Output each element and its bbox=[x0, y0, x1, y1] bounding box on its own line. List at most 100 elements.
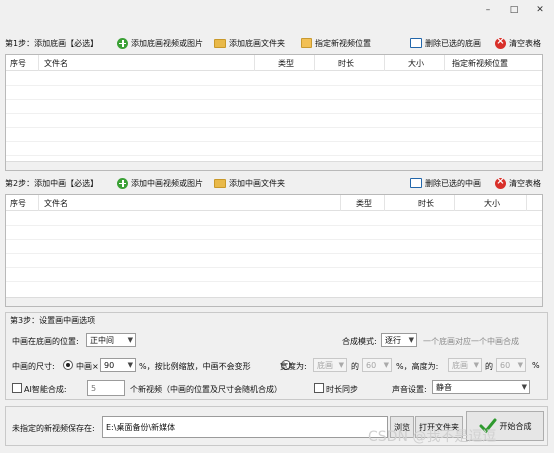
folder-icon bbox=[214, 178, 226, 188]
chevron-down-icon: ▼ bbox=[521, 383, 527, 391]
chevron-down-icon: ▼ bbox=[473, 361, 479, 369]
column-size: 大小 bbox=[484, 199, 500, 208]
clear-icon bbox=[495, 176, 506, 189]
delete-selected-bottom-label: 删除已选的底画 bbox=[425, 38, 481, 48]
sound-value: 静音 bbox=[436, 382, 452, 392]
horizontal-scrollbar[interactable] bbox=[6, 297, 542, 306]
column-filename: 文件名 bbox=[44, 59, 68, 68]
clear-table2-label: 清空表格 bbox=[509, 178, 541, 188]
ai-checkbox[interactable] bbox=[12, 383, 22, 393]
add-icon bbox=[117, 37, 128, 49]
mode-select[interactable]: 逐行 ▼ bbox=[381, 333, 417, 347]
add-middle-files-label: 添加中画视频或图片 bbox=[131, 178, 203, 188]
width-pct-select[interactable]: 60 ▼ bbox=[362, 358, 392, 372]
output-path-value: E:\桌面备份\新媒体 bbox=[106, 422, 176, 432]
delete-selected-middle-label: 删除已选的中画 bbox=[425, 178, 481, 188]
horizontal-scrollbar[interactable] bbox=[6, 161, 542, 170]
start-label: 开始合成 bbox=[499, 421, 532, 431]
add-middle-files-button[interactable]: 添加中画视频或图片 bbox=[117, 176, 203, 190]
width-of-label: 的 bbox=[351, 362, 359, 371]
chevron-down-icon: ▼ bbox=[517, 361, 523, 369]
add-bottom-files-label: 添加底画视频或图片 bbox=[131, 38, 203, 48]
column-new-location: 指定新视频位置 bbox=[452, 59, 508, 68]
height-of-label: 的 bbox=[485, 362, 493, 371]
add-middle-folder-label: 添加中画文件夹 bbox=[229, 178, 285, 188]
mode-label: 合成模式: bbox=[342, 337, 377, 346]
clear-table1-button[interactable]: 清空表格 bbox=[495, 36, 541, 50]
mode-hint: 一个底画对应一个中画合成 bbox=[423, 337, 519, 346]
column-index: 序号 bbox=[10, 59, 26, 68]
clear-table1-label: 清空表格 bbox=[509, 38, 541, 48]
clear-icon bbox=[495, 36, 506, 49]
column-type: 类型 bbox=[278, 59, 294, 68]
height-label: %，高度为: bbox=[396, 362, 439, 371]
watermark: CSDN @我不是逗逗 bbox=[368, 429, 497, 445]
delete-list-icon bbox=[410, 178, 422, 188]
size-label: 中画的尺寸: bbox=[12, 362, 55, 371]
scale-hint: %，按比例缩放，中画不会变形 bbox=[139, 362, 251, 371]
add-bottom-files-button[interactable]: 添加底画视频或图片 bbox=[117, 36, 203, 50]
add-bottom-folder-button[interactable]: 添加底画文件夹 bbox=[214, 36, 285, 50]
height-ref-value: 底画 bbox=[452, 360, 468, 370]
add-icon bbox=[117, 177, 128, 189]
chevron-down-icon: ▼ bbox=[338, 361, 344, 369]
maximize-button[interactable]: □ bbox=[503, 3, 525, 17]
chevron-down-icon: ▼ bbox=[127, 361, 133, 369]
middle-video-table[interactable]: 序号 文件名 类型 时长 大小 bbox=[5, 194, 543, 307]
step2-label: 第2步：添加中画【必选】 bbox=[5, 179, 99, 188]
column-duration: 时长 bbox=[338, 59, 354, 68]
percent-label: % bbox=[532, 361, 540, 370]
clear-table2-button[interactable]: 清空表格 bbox=[495, 176, 541, 190]
sync-duration-checkbox[interactable] bbox=[314, 383, 324, 393]
add-bottom-folder-label: 添加底画文件夹 bbox=[229, 38, 285, 48]
title-bar: – □ ✕ bbox=[0, 0, 554, 22]
table-header: 序号 文件名 类型 时长 大小 指定新视频位置 bbox=[6, 55, 542, 71]
step3-label: 第3步：设置画中画选项 bbox=[10, 316, 96, 325]
ai-count-value: 5 bbox=[91, 383, 97, 393]
sound-select[interactable]: 静音 ▼ bbox=[432, 380, 530, 394]
width-label: 宽度为: bbox=[280, 362, 307, 371]
height-ref-select[interactable]: 底画 ▼ bbox=[448, 358, 482, 372]
bottom-video-table[interactable]: 序号 文件名 类型 时长 大小 指定新视频位置 bbox=[5, 54, 543, 171]
width-ref-value: 底画 bbox=[317, 360, 333, 370]
position-select[interactable]: 正中间 ▼ bbox=[86, 333, 136, 347]
chevron-down-icon: ▼ bbox=[383, 361, 389, 369]
scale-value: 90 bbox=[104, 360, 115, 370]
column-type: 类型 bbox=[356, 199, 372, 208]
output-label: 未指定的新视频保存在: bbox=[12, 424, 95, 433]
add-middle-folder-button[interactable]: 添加中画文件夹 bbox=[214, 176, 285, 190]
folder-icon bbox=[214, 38, 226, 48]
height-pct-value: 60 bbox=[500, 360, 511, 370]
mode-value: 逐行 bbox=[385, 335, 401, 345]
chevron-down-icon: ▼ bbox=[127, 336, 133, 344]
width-ref-select[interactable]: 底画 ▼ bbox=[313, 358, 347, 372]
sound-label: 声音设置: bbox=[392, 385, 427, 394]
width-pct-value: 60 bbox=[366, 360, 377, 370]
delete-selected-bottom-button[interactable]: 删除已选的底画 bbox=[410, 36, 481, 50]
ai-label: AI智能合成: bbox=[24, 385, 67, 394]
close-button[interactable]: ✕ bbox=[529, 3, 551, 17]
scale-radio[interactable] bbox=[63, 360, 73, 370]
height-pct-select[interactable]: 60 ▼ bbox=[496, 358, 526, 372]
set-location-label: 指定新视频位置 bbox=[315, 38, 371, 48]
column-size: 大小 bbox=[408, 59, 424, 68]
column-filename: 文件名 bbox=[44, 199, 68, 208]
ai-hint: 个新视频（中画的位置及尺寸会随机合成） bbox=[130, 385, 282, 394]
column-index: 序号 bbox=[10, 199, 26, 208]
chevron-down-icon: ▼ bbox=[408, 336, 414, 344]
scale-select[interactable]: 90 ▼ bbox=[100, 358, 136, 372]
minimize-button[interactable]: – bbox=[477, 3, 499, 17]
set-location-button[interactable]: 指定新视频位置 bbox=[301, 36, 371, 50]
location-folder-icon bbox=[301, 38, 312, 48]
delete-selected-middle-button[interactable]: 删除已选的中画 bbox=[410, 176, 481, 190]
output-path-input[interactable]: E:\桌面备份\新媒体 bbox=[102, 416, 388, 438]
scale-label: 中画× bbox=[76, 362, 99, 371]
ai-count-spinner[interactable]: 5 bbox=[87, 380, 125, 396]
table-header: 序号 文件名 类型 时长 大小 bbox=[6, 195, 542, 211]
position-value: 正中间 bbox=[90, 335, 114, 345]
step1-label: 第1步：添加底画【必选】 bbox=[5, 39, 99, 48]
position-label: 中画在底画的位置: bbox=[12, 337, 79, 346]
column-duration: 时长 bbox=[418, 199, 434, 208]
delete-list-icon bbox=[410, 38, 422, 48]
sync-duration-label: 时长同步 bbox=[326, 385, 358, 394]
